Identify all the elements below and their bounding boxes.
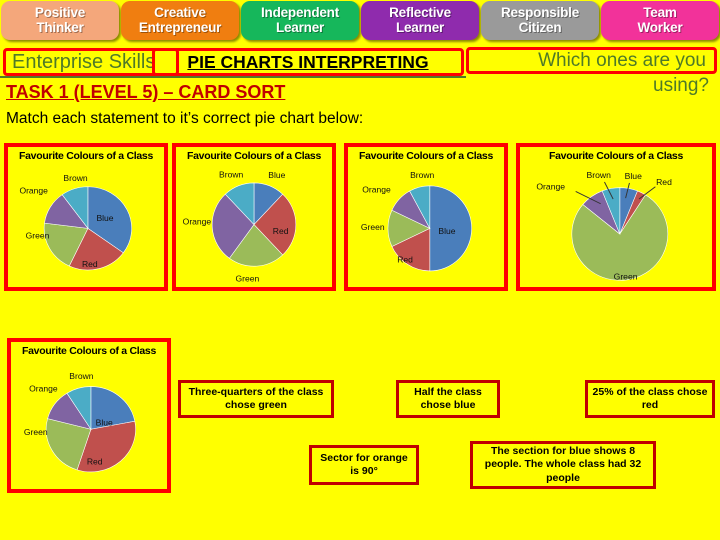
pie-label-brown: Brown <box>586 170 611 180</box>
pie-label-green: Green <box>235 273 259 283</box>
tab-positive-thinker[interactable]: Positive Thinker <box>1 1 119 40</box>
page-title-box: PIE CHARTS INTERPRETING <box>152 48 464 76</box>
title-divider-rule <box>0 76 466 78</box>
pie-label-green: Green <box>24 427 48 437</box>
statement-text: 25% of the class chose red <box>592 385 708 411</box>
tab-label-line1: Independent <box>260 5 340 21</box>
statement-card-half-blue[interactable]: Half the class chose blue <box>396 380 500 418</box>
statement-card-three-quarters-green[interactable]: Three-quarters of the class chose green <box>178 380 334 418</box>
pie-label-brown: Brown <box>219 169 243 179</box>
pie-chart-5: Blue Red Green Orange Brown <box>11 342 167 489</box>
skills-tab-strip: Positive Thinker Creative Entrepreneur I… <box>0 0 720 42</box>
statement-card-blue-8-of-32[interactable]: The section for blue shows 8 people. The… <box>470 441 656 489</box>
pie-chart-4: Blue Red Green Orange Brown <box>520 147 712 287</box>
statement-text: Half the class chose blue <box>414 385 482 411</box>
enterprise-skills-label: Enterprise Skills <box>12 50 156 73</box>
pie-label-orange: Orange <box>362 184 391 194</box>
tab-label-line1: Positive <box>34 5 86 21</box>
pie-label-brown: Brown <box>410 170 434 180</box>
tab-label-line2: Thinker <box>36 19 84 35</box>
pie-label-blue: Blue <box>268 170 285 180</box>
statement-text: Three-quarters of the class chose green <box>188 385 324 411</box>
statement-card-orange-90[interactable]: Sector for orange is 90° <box>309 445 419 485</box>
pie-label-orange: Orange <box>183 217 212 227</box>
instruction-text: Match each statement to it’s correct pie… <box>6 110 364 127</box>
tab-reflective-learner[interactable]: Reflective Learner <box>361 1 479 40</box>
tab-creative-entrepreneur[interactable]: Creative Entrepreneur <box>121 1 239 40</box>
tab-label-line1: Responsible <box>500 5 580 21</box>
pie-label-blue: Blue <box>96 213 113 223</box>
tab-label-line2: Entrepreneur <box>138 19 222 35</box>
pie-label-orange: Orange <box>19 185 48 195</box>
statement-text: Sector for orange is 90° <box>320 451 408 477</box>
pie-label-green: Green <box>26 231 50 241</box>
tab-label-line2: Worker <box>637 19 683 35</box>
tab-label-line2: Citizen <box>518 19 562 35</box>
pie-label-green: Green <box>361 222 385 232</box>
pie-label-blue: Blue <box>96 417 113 427</box>
tab-label-line2: Learner <box>275 19 325 35</box>
pie-chart-3: Blue Red Green Orange Brown <box>348 147 504 287</box>
pie-chart-card-4[interactable]: Favourite Colours of a Class Blue Red Gree… <box>516 143 716 291</box>
which-ones-label-line2: using? <box>653 75 709 96</box>
pie-label-green: Green <box>614 271 638 281</box>
task-heading: TASK 1 (LEVEL 5) – CARD SORT <box>6 82 286 102</box>
pie-label-red: Red <box>87 456 103 466</box>
pie-label-orange: Orange <box>29 383 58 393</box>
pie-chart-card-2[interactable]: Favourite Colours of a Class Blue Red Gree… <box>172 143 336 291</box>
tab-label-line2: Learner <box>395 19 445 35</box>
pie-label-brown: Brown <box>63 173 87 183</box>
pie-label-blue: Blue <box>438 226 455 236</box>
pie-label-red: Red <box>273 226 289 236</box>
tab-label-line1: Creative <box>154 5 206 21</box>
pie-chart-card-1[interactable]: Favourite Colours of a Class Blue Red Gree… <box>4 143 168 291</box>
pie-label-red: Red <box>656 177 672 187</box>
statement-text: The section for blue shows 8 people. The… <box>484 445 642 484</box>
which-ones-box: Which ones are you <box>466 47 717 74</box>
which-ones-label: Which ones are you <box>538 49 706 71</box>
pie-chart-2: Blue Red Green Orange Brown <box>176 147 332 287</box>
pie-label-brown: Brown <box>69 371 93 381</box>
tab-label-line1: Team <box>643 5 677 21</box>
tab-label-line1: Reflective <box>389 5 451 21</box>
statement-card-25-red[interactable]: 25% of the class chose red <box>585 380 715 418</box>
pie-label-blue: Blue <box>625 171 643 181</box>
pie-label-red: Red <box>397 254 413 264</box>
tab-responsible-citizen[interactable]: Responsible Citizen <box>481 1 599 40</box>
pie-chart-1: Blue Red Green Orange Brown <box>8 147 164 287</box>
tab-team-worker[interactable]: Team Worker <box>601 1 719 40</box>
pie-chart-card-3[interactable]: Favourite Colours of a Class Blue Red Gree… <box>344 143 508 291</box>
pie-label-red: Red <box>82 259 98 269</box>
pie-label-orange: Orange <box>536 182 565 192</box>
pie-chart-card-5[interactable]: Favourite Colours of a Class Blue Red Gree… <box>7 338 171 493</box>
page-title: PIE CHARTS INTERPRETING <box>187 51 429 72</box>
tab-independent-learner[interactable]: Independent Learner <box>241 1 359 40</box>
